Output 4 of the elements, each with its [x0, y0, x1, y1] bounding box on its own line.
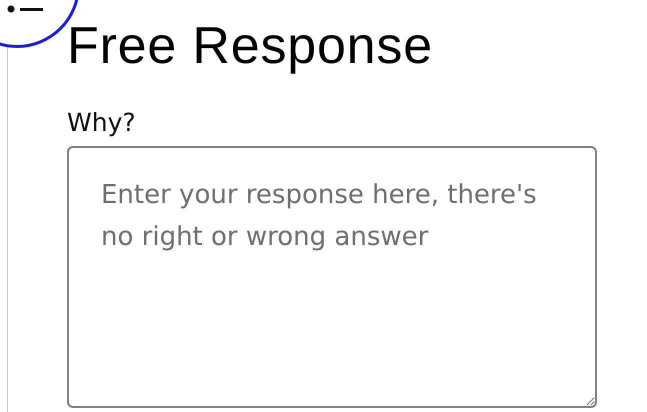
section-title: Free Response: [67, 16, 433, 76]
answer-box[interactable]: Enter your response here, there's no right or wrong answer: [67, 146, 597, 408]
question-label: Why?: [67, 108, 136, 138]
list-icon: [7, 5, 43, 13]
